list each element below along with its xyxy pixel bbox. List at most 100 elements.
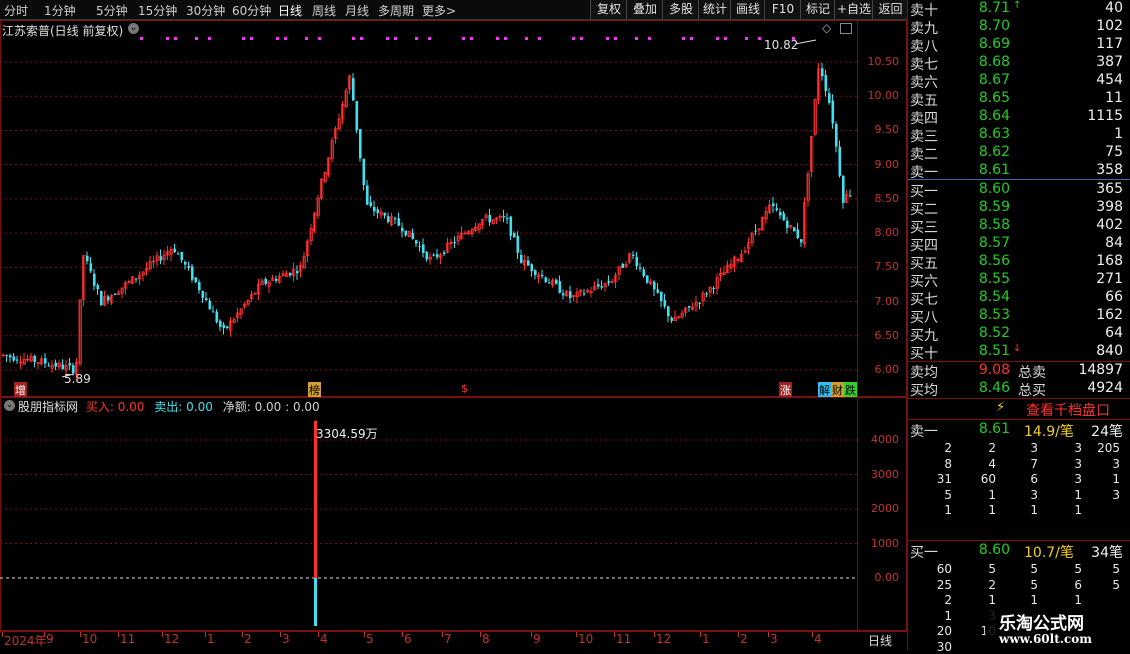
date-tick-label: 2024年 [4, 634, 47, 648]
candle-body [712, 288, 716, 290]
candle-body [418, 246, 422, 248]
marker-dollar[interactable]: $ [461, 382, 468, 395]
tab-more[interactable]: 更多> [422, 2, 456, 19]
l2-buy1-per: 10.7/笔 [1024, 545, 1074, 561]
mark-button[interactable]: 标记 [800, 0, 835, 19]
ask-level-price: 8.69 [978, 36, 1010, 52]
signal-dot [648, 37, 651, 40]
stats-button[interactable]: 统计 [698, 0, 731, 19]
ask-level-price: 8.65 [978, 90, 1010, 106]
candle-body [772, 203, 775, 207]
marker-cai[interactable]: 财 [831, 382, 844, 398]
draw-line-button[interactable]: 画线 [730, 0, 765, 19]
bid-level-volume: 66 [1105, 289, 1123, 305]
l2-sell1-label: 卖一 [910, 424, 938, 440]
candle-body [54, 362, 58, 367]
bid-level-row[interactable]: 买一 8.60 365 [908, 181, 1123, 200]
overlay-button[interactable]: 叠加 [626, 0, 663, 19]
candle-body [600, 286, 604, 288]
marker-bang[interactable]: 榜 [308, 382, 321, 398]
candle-body [68, 363, 72, 366]
tab-fenshi[interactable]: 分时 [4, 2, 28, 19]
ask-level-label: 卖二 [910, 147, 938, 163]
add-watchlist-button[interactable]: +自选 [834, 0, 873, 19]
bid-level-row[interactable]: 买九 8.52 64 [908, 325, 1123, 344]
candle-body [404, 230, 408, 236]
tab-multi-period[interactable]: 多周期 [378, 2, 414, 19]
tab-30min[interactable]: 30分钟 [186, 2, 225, 19]
back-button[interactable]: 返回 [872, 0, 908, 19]
bid-level-row[interactable]: 买七 8.54 66 [908, 289, 1123, 308]
bid-level-row[interactable]: 买三 8.58 402 [908, 217, 1123, 236]
candle-body [828, 93, 831, 103]
axis-period-label[interactable]: 日线 [868, 632, 892, 649]
queue-cell: 6 [1030, 472, 1038, 486]
bid-level-row[interactable]: 买十 8.51 840 ↓ [908, 343, 1123, 362]
candle-body [12, 356, 16, 361]
candle-body [194, 277, 198, 282]
tab-15min[interactable]: 15分钟 [138, 2, 177, 19]
tab-weekly[interactable]: 周线 [312, 2, 336, 19]
marker-zeng[interactable]: 增 [14, 382, 27, 398]
tab-1min[interactable]: 1分钟 [44, 2, 76, 19]
signal-dot [250, 37, 253, 40]
date-tick [576, 632, 577, 637]
fuquan-button[interactable]: 复权 [590, 0, 627, 19]
l2-buy1-price: 8.60 [978, 542, 1010, 558]
date-tick-label: 5 [366, 632, 374, 646]
view-thousand-level-button[interactable]: 查看千档盘口 [1026, 400, 1110, 420]
bid-level-row[interactable]: 买五 8.56 168 [908, 253, 1123, 272]
ask-level-row[interactable]: 卖七 8.68 387 [908, 54, 1123, 73]
price-tick-label: 8.00 [874, 226, 900, 240]
bid-level-row[interactable]: 买二 8.59 398 [908, 199, 1123, 218]
candle-body [786, 220, 789, 228]
f10-button[interactable]: F10 [764, 0, 801, 19]
multi-stock-button[interactable]: 多股 [662, 0, 699, 19]
tab-monthly[interactable]: 月线 [345, 2, 369, 19]
candle-body [541, 274, 544, 277]
candle-body [61, 364, 65, 369]
ask-level-row[interactable]: 卖三 8.63 1 [908, 126, 1123, 145]
bid-level-label: 买七 [910, 292, 938, 308]
signal-dot [140, 37, 143, 40]
bid-level-row[interactable]: 买四 8.57 84 [908, 235, 1123, 254]
queue-cell: 7 [1030, 456, 1038, 471]
date-tick [205, 632, 206, 637]
candle-body [86, 255, 89, 262]
candle-body [520, 254, 523, 263]
tab-daily[interactable]: 日线 [278, 2, 302, 19]
ask-level-row[interactable]: 卖四 8.64 1115 [908, 108, 1123, 127]
indicator-bar-label: 3304.59万 [316, 427, 378, 441]
ask-level-row[interactable]: 卖十 8.71 40 ↑ [908, 0, 1123, 19]
bid-level-volume: 64 [1105, 325, 1123, 341]
candle-body [275, 278, 278, 281]
candle-body [355, 101, 359, 131]
signal-dot [614, 37, 617, 40]
marker-zhang[interactable]: 涨 [779, 382, 792, 398]
candle-body [215, 311, 219, 323]
marker-jie[interactable]: 解 [818, 382, 831, 398]
price-tick-label: 7.00 [874, 294, 900, 308]
ask-level-row[interactable]: 卖六 8.67 454 [908, 72, 1123, 91]
tab-60min[interactable]: 60分钟 [232, 2, 271, 19]
candle-body [212, 311, 215, 313]
ask-level-row[interactable]: 卖二 8.62 75 [908, 144, 1123, 163]
avg-buy-row: 买均 8.46 总买 4924 [908, 380, 1123, 399]
ask-level-row[interactable]: 卖五 8.65 11 [908, 90, 1123, 109]
ask-level-row[interactable]: 卖一 8.61 358 [908, 162, 1123, 181]
tab-5min[interactable]: 5分钟 [96, 2, 128, 19]
candle-body [198, 282, 201, 291]
signal-dot [504, 37, 507, 40]
signal-dot [606, 37, 609, 40]
ask-level-volume: 454 [1096, 72, 1123, 88]
bid-level-row[interactable]: 买六 8.55 271 [908, 271, 1123, 290]
candle-body [821, 68, 824, 77]
candle-body [226, 326, 229, 329]
ask-level-row[interactable]: 卖九 8.70 102 [908, 18, 1123, 37]
signal-dot [724, 37, 727, 40]
candle-body [415, 240, 418, 244]
marker-die[interactable]: 跌 [844, 382, 857, 398]
bid-level-row[interactable]: 买八 8.53 162 [908, 307, 1123, 326]
date-tick [700, 632, 701, 637]
ask-level-row[interactable]: 卖八 8.69 117 [908, 36, 1123, 55]
